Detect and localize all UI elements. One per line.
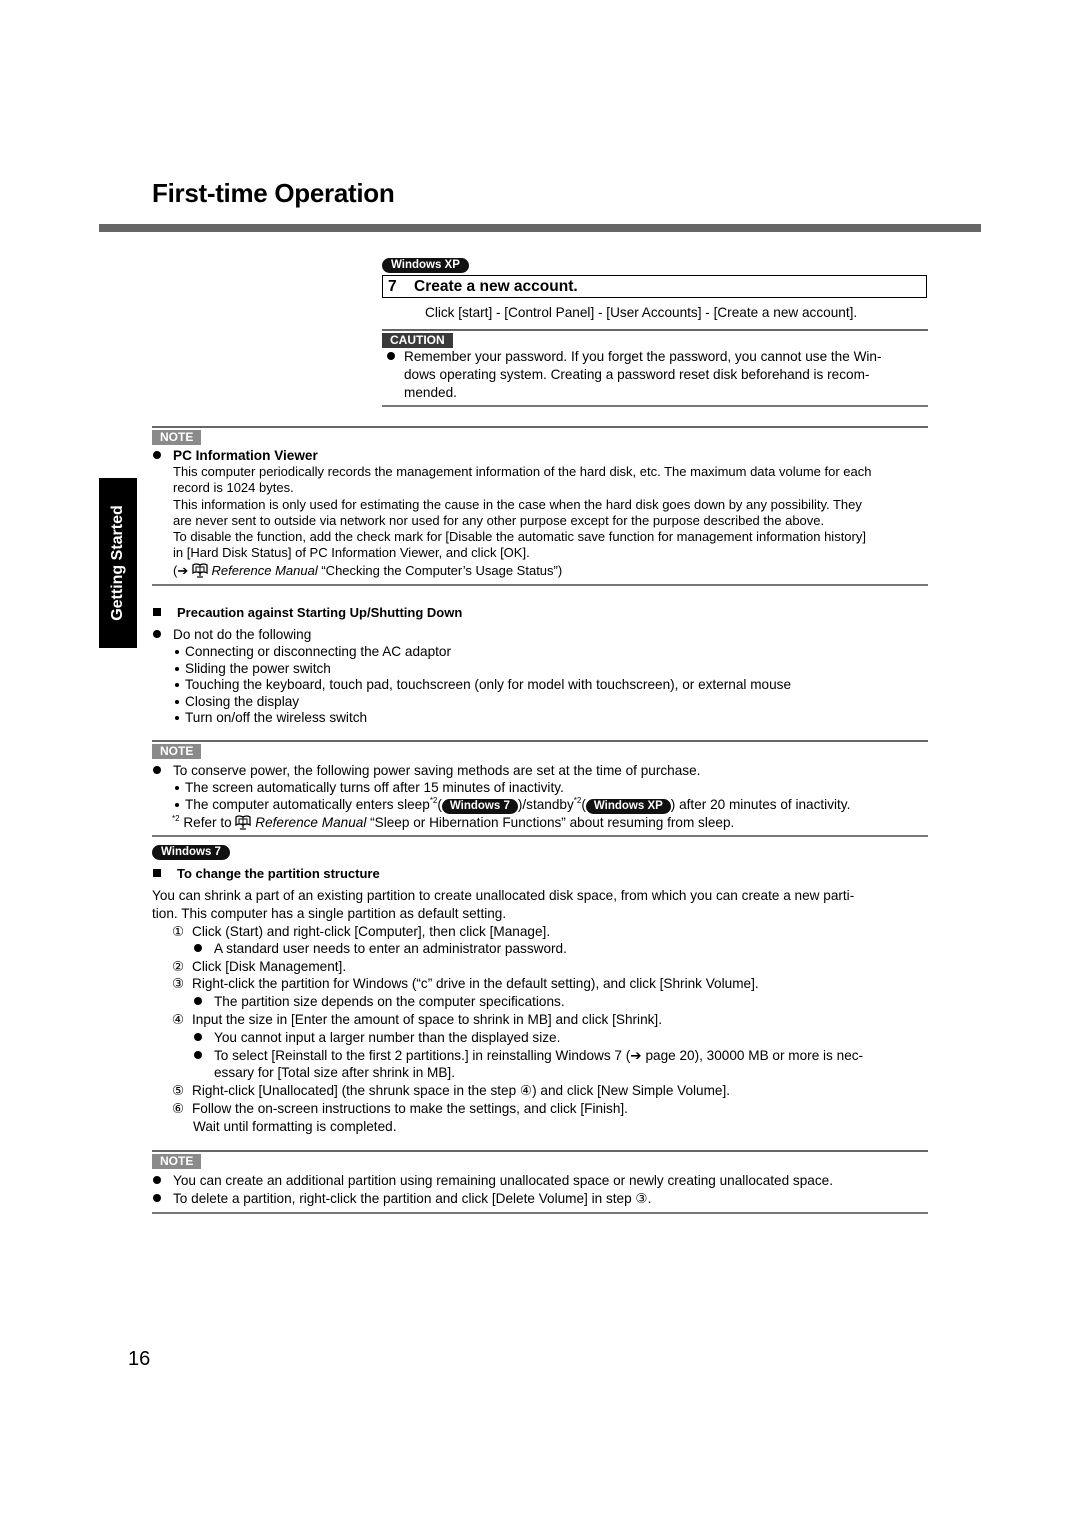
partition-step-6: ⑥ Follow the on-screen instructions to ma…	[172, 1101, 628, 1116]
note3-rule-top	[152, 1150, 928, 1152]
bullet-icon	[153, 451, 161, 459]
precaution-item: Connecting or disconnecting the AC adapt…	[185, 644, 452, 659]
note1-label: NOTE	[152, 428, 202, 445]
dot-bullet-icon	[175, 650, 179, 654]
caution-line: mended.	[404, 385, 457, 400]
partition-step-5: ⑤ Right-click [Unallocated] (the shrunk s…	[172, 1083, 731, 1098]
bullet-icon	[153, 630, 161, 638]
note1-heading: PC Information Viewer	[173, 448, 318, 463]
partition-intro: tion. This computer has a single partiti…	[152, 906, 507, 921]
step-7-heading: 7 Create a new account.	[382, 275, 927, 298]
partition-step-1: ① Click (Start) and right-click [Computer…	[172, 924, 551, 939]
square-bullet-icon	[153, 608, 161, 616]
partition-note-cont: essary for [Total size after shrink in M…	[214, 1065, 455, 1080]
dot-bullet-icon	[175, 683, 179, 687]
note2-rule-top	[152, 740, 928, 742]
windows-7-badge: Windows 7	[152, 842, 230, 860]
partition-step-6-cont: Wait until formatting is completed.	[193, 1119, 397, 1134]
note1-rule-top	[152, 426, 928, 428]
square-bullet-icon	[153, 869, 161, 877]
page-title: First-time Operation	[152, 178, 395, 208]
caution-label: CAUTION	[382, 331, 453, 348]
arrow-icon: ➔	[177, 563, 189, 578]
bullet-icon	[194, 997, 202, 1005]
precaution-item: Touching the keyboard, touch pad, touchs…	[185, 677, 792, 692]
note2-item: The computer automatically enters sleep*…	[185, 796, 851, 814]
bullet-icon	[194, 1033, 202, 1041]
note2-label: NOTE	[152, 742, 202, 759]
dot-bullet-icon	[175, 667, 179, 671]
note1-rule-bottom	[152, 584, 928, 586]
note1-line: This information is only used for estima…	[173, 497, 862, 512]
bullet-icon	[153, 1194, 161, 1202]
reference-manual-link[interactable]: Reference Manual	[212, 563, 318, 578]
note1-line: This computer periodically records the m…	[173, 464, 872, 479]
page-number: 16	[128, 1348, 151, 1370]
note3-label: NOTE	[152, 1152, 202, 1169]
dot-bullet-icon	[175, 803, 179, 807]
dot-bullet-icon	[175, 786, 179, 790]
bullet-icon	[387, 352, 395, 360]
precaution-heading: Precaution against Starting Up/Shutting …	[177, 605, 463, 620]
side-tab-label: Getting Started	[109, 505, 126, 621]
dot-bullet-icon	[175, 700, 179, 704]
precaution-item: Closing the display	[185, 694, 300, 709]
note3-item: You can create an additional partition u…	[173, 1173, 833, 1188]
reference-manual-link[interactable]: Reference Manual	[255, 815, 366, 830]
bullet-icon	[153, 1176, 161, 1184]
windows-7-badge: Windows 7	[441, 799, 518, 814]
caution-line: Remember your password. If you forget th…	[404, 349, 882, 364]
note2-intro: To conserve power, the following power s…	[173, 763, 701, 778]
reference-manual-icon	[192, 563, 208, 578]
note1-line: record is 1024 bytes.	[173, 480, 294, 495]
step-number: 7	[388, 277, 397, 295]
precaution-item: Sliding the power switch	[185, 661, 331, 676]
windows-xp-badge: Windows XP	[585, 799, 671, 814]
step-title: Create a new account.	[414, 277, 578, 295]
note1-line: To disable the function, add the check m…	[173, 529, 866, 544]
bullet-icon	[194, 944, 202, 952]
precaution-intro: Do not do the following	[173, 627, 312, 642]
note3-item: To delete a partition, right-click the p…	[173, 1191, 652, 1206]
note2-item: The screen automatically turns off after…	[185, 780, 564, 795]
step-7-instruction: Click [start] - [Control Panel] - [User …	[425, 305, 858, 320]
partition-step-4: ④ Input the size in [Enter the amount of …	[172, 1012, 662, 1027]
note3-rule-bottom	[152, 1212, 928, 1214]
windows-xp-badge: Windows XP	[382, 255, 469, 273]
title-rule	[99, 224, 981, 232]
caution-rule-top	[382, 329, 928, 331]
partition-note: You cannot input a larger number than th…	[214, 1030, 561, 1045]
partition-note: To select [Reinstall to the first 2 part…	[214, 1048, 864, 1063]
partition-step-2: ② Click [Disk Management].	[172, 959, 347, 974]
note1-line: are never sent to outside via network no…	[173, 513, 825, 528]
partition-step-3: ③ Right-click the partition for Windows (…	[172, 976, 759, 991]
bullet-icon	[194, 1051, 202, 1059]
reference-manual-icon	[235, 815, 252, 830]
note2-footnote: *2 Refer to Reference Manual “Sleep or H…	[172, 814, 735, 831]
partition-heading: To change the partition structure	[177, 866, 380, 881]
partition-intro: You can shrink a part of an existing par…	[152, 888, 855, 903]
partition-note: The partition size depends on the comput…	[214, 994, 565, 1009]
note1-reference: (➔ Reference Manual “Checking the Comput…	[173, 563, 563, 578]
caution-rule-bottom	[382, 405, 928, 407]
bullet-icon	[153, 766, 161, 774]
note1-line: in [Hard Disk Status] of PC Information …	[173, 545, 530, 560]
note2-rule-bottom	[152, 835, 928, 837]
partition-note: A standard user needs to enter an admini…	[214, 941, 567, 956]
side-tab: Getting Started	[99, 478, 137, 648]
precaution-item: Turn on/off the wireless switch	[185, 710, 368, 725]
caution-line: dows operating system. Creating a passwo…	[404, 367, 870, 382]
dot-bullet-icon	[175, 716, 179, 720]
